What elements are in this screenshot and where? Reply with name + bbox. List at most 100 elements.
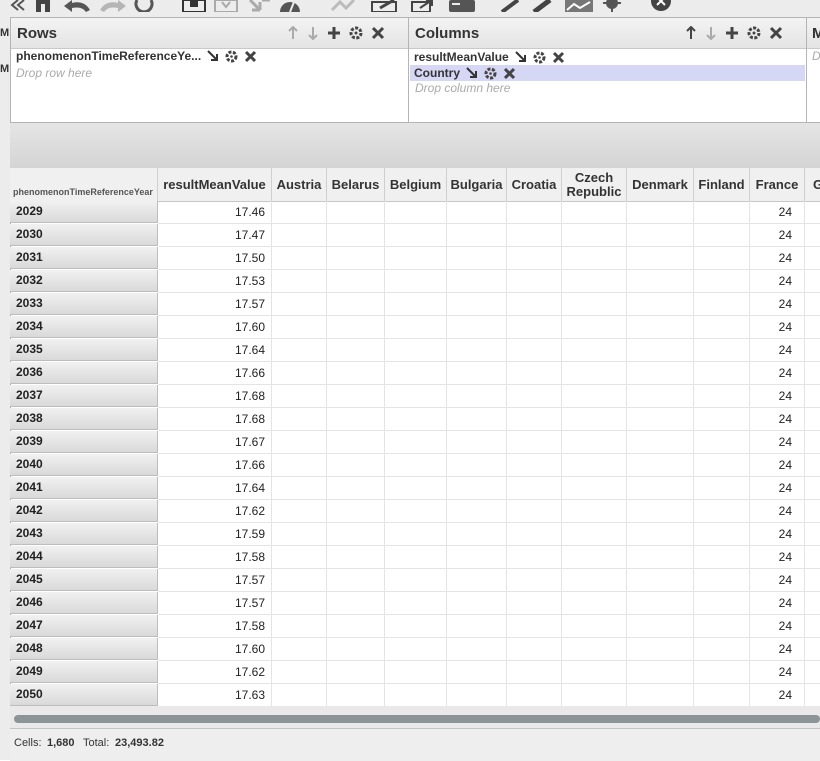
table-cell[interactable]: [447, 201, 507, 224]
table-cell[interactable]: [627, 615, 694, 638]
table-cell[interactable]: [694, 500, 750, 523]
table-cell[interactable]: [385, 293, 447, 316]
add-icon[interactable]: [327, 26, 341, 40]
table-cell[interactable]: [562, 615, 627, 638]
table-cell[interactable]: [562, 270, 627, 293]
table-cell[interactable]: [327, 362, 385, 385]
table-cell[interactable]: [627, 569, 694, 592]
table-cell[interactable]: [562, 569, 627, 592]
table-cell[interactable]: [327, 247, 385, 270]
row-header-year[interactable]: 2047: [10, 615, 158, 637]
table-cell[interactable]: 17.47: [158, 224, 272, 247]
table-cell[interactable]: [447, 385, 507, 408]
table-cell[interactable]: [694, 247, 750, 270]
close-icon[interactable]: [552, 51, 565, 64]
table-cell[interactable]: [627, 638, 694, 661]
table-cell[interactable]: [694, 523, 750, 546]
table-cell[interactable]: 24: [750, 592, 805, 615]
table-cell[interactable]: 17.68: [158, 408, 272, 431]
table-cell[interactable]: [694, 385, 750, 408]
row-header-year[interactable]: 2041: [10, 477, 158, 499]
row-header-year[interactable]: 2033: [10, 293, 158, 315]
table-cell[interactable]: 24: [750, 500, 805, 523]
table-cell[interactable]: [694, 638, 750, 661]
table-cell[interactable]: [805, 385, 820, 408]
row-header-year[interactable]: 2035: [10, 339, 158, 361]
row-header-year[interactable]: 2034: [10, 316, 158, 338]
gear-icon[interactable]: [349, 26, 363, 40]
table-cell[interactable]: [805, 477, 820, 500]
table-cell[interactable]: [694, 661, 750, 684]
table-cell[interactable]: 17.59: [158, 523, 272, 546]
table-cell[interactable]: 24: [750, 224, 805, 247]
drill-arrow-icon[interactable]: [207, 50, 219, 62]
table-cell[interactable]: 24: [750, 339, 805, 362]
home-icon[interactable]: [34, 0, 52, 14]
undo-icon[interactable]: [64, 0, 92, 14]
edit-query-icon[interactable]: [370, 0, 400, 14]
measures-drop-zone[interactable]: M D: [806, 17, 820, 123]
column-header[interactable]: Belgium: [385, 168, 447, 201]
table-cell[interactable]: [627, 224, 694, 247]
column-header[interactable]: Denmark: [627, 168, 694, 201]
table-cell[interactable]: 24: [750, 431, 805, 454]
table-cell[interactable]: [507, 454, 562, 477]
dashboard-icon[interactable]: [278, 0, 302, 14]
row-header-year[interactable]: 2042: [10, 500, 158, 522]
table-cell[interactable]: [507, 408, 562, 431]
table-cell[interactable]: [562, 362, 627, 385]
table-cell[interactable]: [805, 684, 820, 707]
table-cell[interactable]: 17.64: [158, 477, 272, 500]
table-cell[interactable]: 24: [750, 546, 805, 569]
table-cell[interactable]: [272, 408, 327, 431]
table-cell[interactable]: [627, 293, 694, 316]
table-cell[interactable]: [327, 293, 385, 316]
table-cell[interactable]: [385, 615, 447, 638]
drill-arrow-icon[interactable]: [515, 51, 527, 63]
table-cell[interactable]: [272, 569, 327, 592]
table-cell[interactable]: 17.58: [158, 546, 272, 569]
table-cell[interactable]: [447, 454, 507, 477]
table-cell[interactable]: [627, 339, 694, 362]
table-cell[interactable]: [562, 454, 627, 477]
table-cell[interactable]: 17.64: [158, 339, 272, 362]
table-cell[interactable]: [562, 477, 627, 500]
move-down-icon[interactable]: [307, 26, 319, 40]
table-cell[interactable]: 24: [750, 454, 805, 477]
gear-icon[interactable]: [747, 26, 761, 40]
table-cell[interactable]: [447, 316, 507, 339]
table-cell[interactable]: [272, 638, 327, 661]
table-cell[interactable]: [385, 431, 447, 454]
column-field-pill-resultmeanvalue[interactable]: resultMeanValue: [414, 49, 565, 65]
table-cell[interactable]: [805, 454, 820, 477]
row-header-year[interactable]: 2030: [10, 224, 158, 246]
table-cell[interactable]: [385, 477, 447, 500]
table-cell[interactable]: [805, 362, 820, 385]
table-cell[interactable]: [805, 316, 820, 339]
table-cell[interactable]: [627, 362, 694, 385]
column-field-pill-country[interactable]: Country: [410, 65, 805, 81]
collapse-icon[interactable]: [10, 0, 26, 14]
table-cell[interactable]: [805, 546, 820, 569]
table-cell[interactable]: [507, 224, 562, 247]
table-cell[interactable]: [805, 270, 820, 293]
table-cell[interactable]: [507, 684, 562, 707]
table-cell[interactable]: [562, 523, 627, 546]
table-cell[interactable]: [385, 224, 447, 247]
table-cell[interactable]: [327, 500, 385, 523]
table-cell[interactable]: [447, 477, 507, 500]
table-cell[interactable]: [694, 201, 750, 224]
table-cell[interactable]: 24: [750, 684, 805, 707]
swap-icon[interactable]: [248, 0, 272, 14]
table-cell[interactable]: [627, 454, 694, 477]
table-cell[interactable]: [272, 270, 327, 293]
table-cell[interactable]: [694, 408, 750, 431]
column-header[interactable]: Bulgaria: [447, 168, 507, 201]
table-cell[interactable]: [385, 270, 447, 293]
table-cell[interactable]: 17.62: [158, 661, 272, 684]
column-header[interactable]: Czech Republic: [562, 168, 627, 201]
table-cell[interactable]: 17.66: [158, 362, 272, 385]
column-header[interactable]: resultMeanValue: [158, 168, 272, 201]
table-cell[interactable]: [385, 684, 447, 707]
table-cell[interactable]: [385, 500, 447, 523]
